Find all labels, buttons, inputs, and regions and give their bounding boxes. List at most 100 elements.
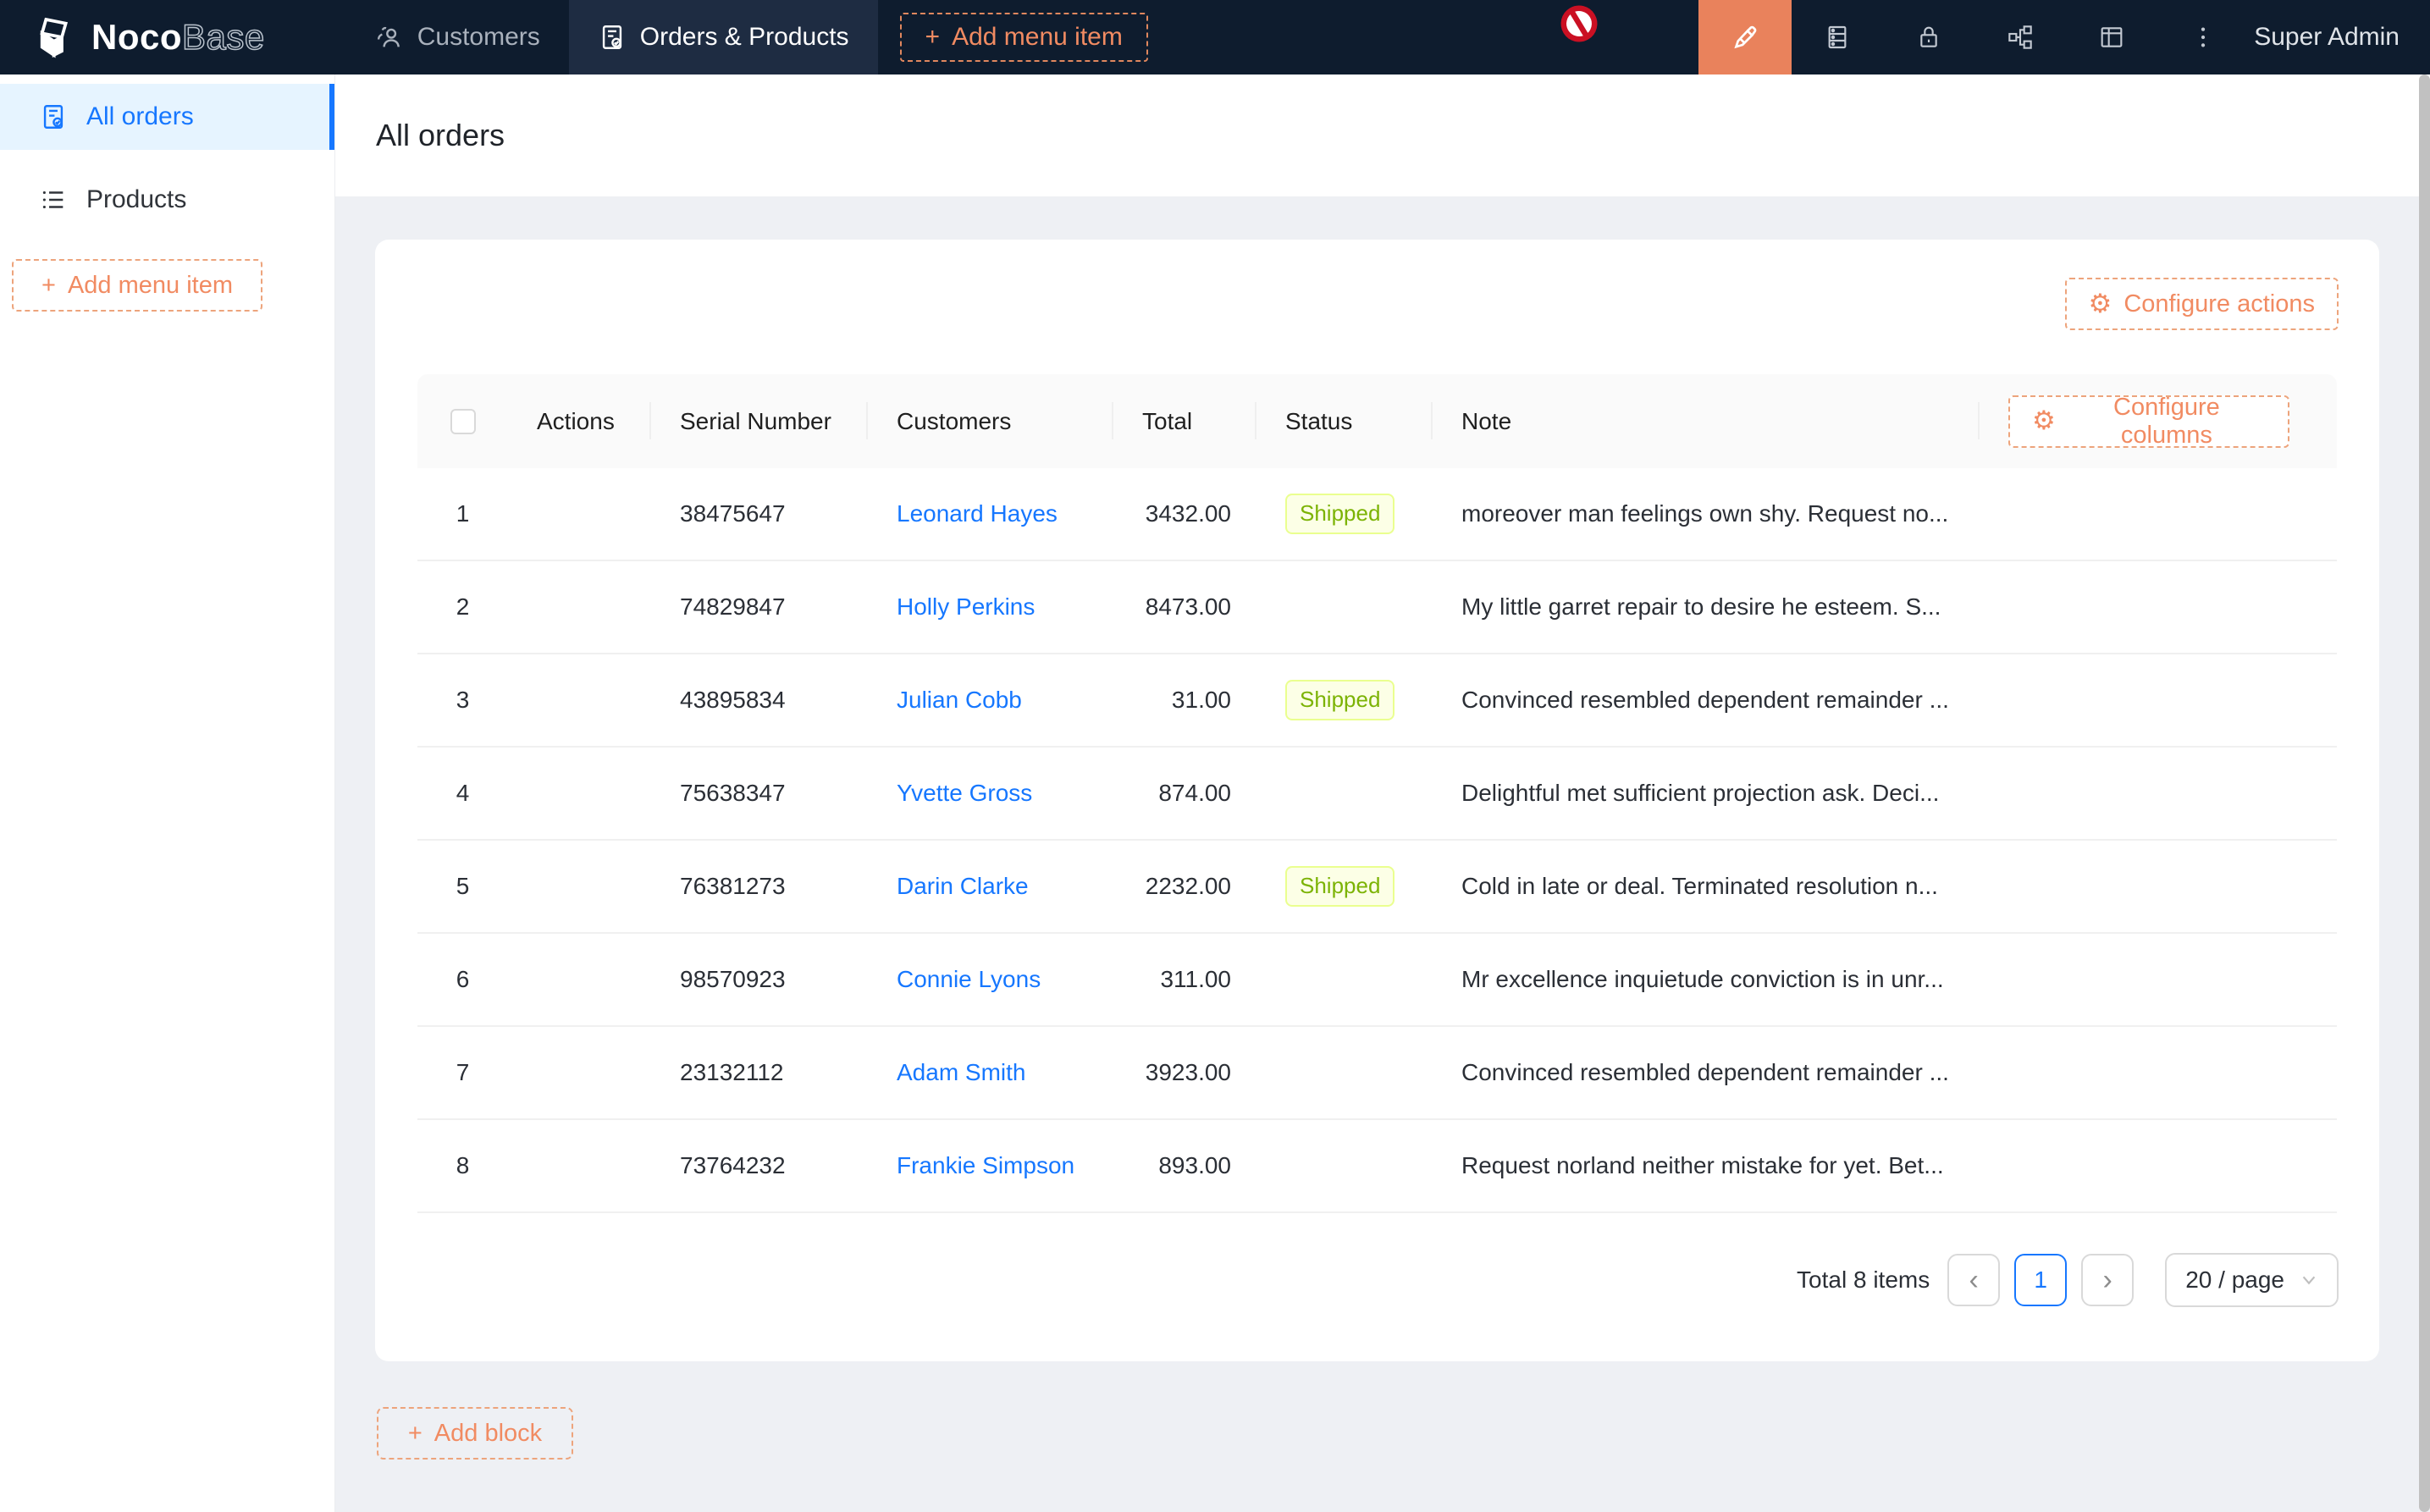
customer-link[interactable]: Holly Perkins [897,593,1035,620]
serial-cell: 74829847 [651,593,868,621]
user-menu[interactable]: Super Admin [2254,23,2400,52]
sidebar-item-products[interactable]: Products [0,167,334,233]
row-index: 2 [417,593,508,621]
serial-cell: 76381273 [651,873,868,900]
lock-icon [1915,24,1942,51]
note-cell: moreover man feelings own shy. Request n… [1433,500,1980,527]
serial-cell: 75638347 [651,780,868,807]
chevron-down-icon [2300,1271,2318,1289]
configure-columns-label: Configure columns [2068,394,2266,450]
column-header-serial: Serial Number [651,374,868,468]
navbar-right-group: Super Admin [1698,0,2430,74]
team-icon [375,23,404,52]
sidebar-item-all-orders[interactable]: All orders [0,84,334,150]
status-badge: Shipped [1285,494,1394,533]
main-area: All orders ⚙ Configure actions Actions S… [335,74,2430,1512]
pagination-total: Total 8 items [1797,1266,1930,1294]
logo-text-noco: Noco [91,17,182,57]
nav-item-label: Customers [417,23,540,52]
nav-item-customers[interactable]: Customers [346,0,569,74]
row-index: 5 [417,873,508,900]
table-row: 5 76381273 Darin Clarke 2232.00 Shipped … [417,841,2337,934]
vertical-scrollbar[interactable] [2419,74,2430,1512]
total-cell: 893.00 [1113,1152,1256,1179]
add-block-button[interactable]: + Add block [377,1407,573,1460]
nav-add-menu-item-label: Add menu item [952,23,1123,52]
access-control-button[interactable] [1883,0,1974,74]
serial-cell: 43895834 [651,687,868,714]
column-header-status: Status [1256,374,1433,468]
column-header-note: Note [1433,374,1980,468]
row-index: 1 [417,500,508,527]
status-badge: Shipped [1285,866,1394,906]
note-cell: Cold in late or deal. Terminated resolut… [1433,873,1980,900]
sidebar-add-menu-item-label: Add menu item [68,272,233,300]
table-row: 6 98570923 Connie Lyons 311.00 Mr excell… [417,934,2337,1027]
sidebar: All orders Products + Add menu item [0,74,335,1512]
order-check-icon [39,102,68,131]
column-header-actions: Actions [508,374,651,468]
page-size-value: 20 / page [2185,1266,2284,1294]
note-cell: Convinced resembled dependent remainder … [1433,687,1980,714]
pagination-page-1[interactable]: 1 [2014,1254,2067,1306]
table-row: 3 43895834 Julian Cobb 31.00 Shipped Con… [417,654,2337,748]
customer-link[interactable]: Connie Lyons [897,966,1041,992]
page-size-select[interactable]: 20 / page [2165,1253,2339,1307]
total-cell: 8473.00 [1113,593,1256,621]
row-index: 7 [417,1059,508,1086]
nav-tab-orders-products[interactable]: Orders & Products [569,0,878,74]
column-header-total: Total [1113,374,1256,468]
total-cell: 3432.00 [1113,500,1256,527]
chevron-left-icon: ‹ [1969,1264,1979,1297]
table-row: 8 73764232 Frankie Simpson 893.00 Reques… [417,1120,2337,1213]
layout-settings-button[interactable] [2066,0,2157,74]
pagination-next-button[interactable]: › [2081,1254,2134,1306]
nocobase-logo[interactable]: NocoBase [32,14,265,61]
orders-table-block: ⚙ Configure actions Actions Serial Numbe… [375,240,2379,1361]
customer-link[interactable]: Leonard Hayes [897,500,1058,527]
plus-icon: + [408,1420,422,1448]
order-check-icon [598,23,627,52]
select-all-checkbox[interactable] [450,409,476,434]
chevron-right-icon: › [2103,1264,2112,1297]
status-badge: Shipped [1285,680,1394,720]
table-row: 2 74829847 Holly Perkins 8473.00 My litt… [417,561,2337,654]
pagination: Total 8 items ‹ 1 › 20 / page [1797,1253,2339,1307]
sidebar-add-menu-item-button[interactable]: + Add menu item [12,259,262,312]
nav-add-menu-item-button[interactable]: + Add menu item [900,13,1148,62]
add-block-label: Add block [434,1420,542,1448]
table-row: 1 38475647 Leonard Hayes 3432.00 Shipped… [417,468,2337,561]
collections-button[interactable] [1792,0,1883,74]
sidebar-item-label: All orders [86,102,194,131]
note-cell: Request norland neither mistake for yet.… [1433,1152,1980,1179]
customer-link[interactable]: Yvette Gross [897,780,1032,806]
total-cell: 3923.00 [1113,1059,1256,1086]
pagination-prev-button[interactable]: ‹ [1947,1254,2000,1306]
note-cell: Delightful met sufficient projection ask… [1433,780,1980,807]
configure-actions-label: Configure actions [2123,290,2315,318]
table-row: 7 23132112 Adam Smith 3923.00 Convinced … [417,1027,2337,1120]
customer-link[interactable]: Darin Clarke [897,873,1029,899]
note-cell: Mr excellence inquietude conviction is i… [1433,966,1980,993]
customer-link[interactable]: Adam Smith [897,1059,1026,1085]
customer-link[interactable]: Frankie Simpson [897,1152,1074,1178]
configure-actions-button[interactable]: ⚙ Configure actions [2065,278,2339,330]
total-cell: 311.00 [1113,966,1256,993]
page-header: All orders [335,74,2430,196]
gear-icon: ⚙ [2032,408,2056,434]
logo-text-base: Base [182,17,265,57]
plugins-button[interactable] [1974,0,2066,74]
row-index: 4 [417,780,508,807]
plus-icon: + [925,23,941,52]
customer-link[interactable]: Julian Cobb [897,687,1022,713]
ui-editor-toggle-button[interactable] [1698,0,1792,74]
nav-tab-label: Orders & Products [640,23,849,52]
more-actions-button[interactable] [2157,0,2249,74]
serial-cell: 38475647 [651,500,868,527]
row-index: 8 [417,1152,508,1179]
column-header-customers: Customers [868,374,1113,468]
serial-cell: 73764232 [651,1152,868,1179]
configure-columns-button[interactable]: ⚙ Configure columns [2008,395,2289,448]
page-title: All orders [376,118,505,153]
gear-icon: ⚙ [2089,291,2112,317]
